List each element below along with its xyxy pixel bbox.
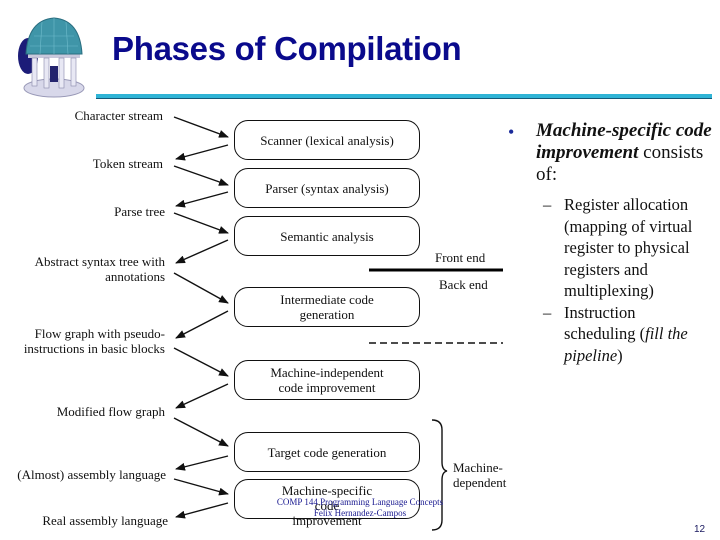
front-end-label: Front end: [435, 250, 486, 265]
subbullet-end: ): [617, 345, 623, 365]
subbullet-register-allocation: – Register allocation (mapping of virtua…: [506, 194, 706, 302]
arrow-in-mi-improve: [173, 347, 229, 377]
arrow-out-scanner: [175, 144, 229, 161]
artifact-modified-flow-graph: Modified flow graph: [56, 404, 165, 419]
bullet-main: • Machine-specific code improvement cons…: [506, 120, 716, 186]
phase-mi-improvement: Machine-independent code improvement: [234, 360, 420, 400]
artifact-character-stream: Character stream: [74, 108, 163, 123]
artifact-real-assembly: Real assembly language: [42, 513, 168, 528]
artifact-almost-assembly: (Almost) assembly language: [17, 467, 166, 482]
arrow-out-target: [175, 455, 229, 471]
phase-semantic: Semantic analysis: [234, 216, 420, 256]
slide-footer: COMP 144 Programming Language Concepts F…: [270, 497, 450, 519]
phase-target-codegen: Target code generation: [234, 432, 420, 472]
footer-course: COMP 144 Programming Language Concepts: [276, 497, 444, 507]
dash-icon: –: [543, 302, 552, 322]
arrow-in-intermediate: [173, 272, 229, 304]
subbullet-text: Instruction scheduling (: [564, 302, 646, 344]
artifact-token-stream: Token stream: [92, 156, 163, 171]
phase-scanner: Scanner (lexical analysis): [234, 120, 420, 160]
arrow-out-parser: [175, 191, 229, 208]
phase-intermediate: Intermediate code generation: [234, 287, 420, 327]
bullet-dot-icon: •: [508, 122, 515, 142]
back-end-label: Back end: [439, 277, 488, 292]
arrow-out-ms-improve: [175, 502, 229, 519]
subbullet-instruction-scheduling: – Instruction scheduling (fill the pipel…: [506, 302, 706, 367]
bullet-list: • Machine-specific code improvement cons…: [506, 120, 716, 366]
page-number: 12: [694, 524, 706, 535]
arrow-in-target: [173, 417, 229, 447]
artifact-parse-tree: Parse tree: [114, 204, 165, 219]
dash-icon: –: [543, 195, 552, 214]
arrow-out-semantic: [175, 239, 229, 264]
artifact-flow-graph: Flow graph with pseudo-instructions in b…: [23, 326, 165, 356]
arrow-in-semantic: [173, 212, 229, 234]
phase-parser: Parser (syntax analysis): [234, 168, 420, 208]
footer-author: Felix Hernandez-Campos: [313, 508, 407, 518]
arrow-out-intermediate: [175, 310, 229, 339]
arrow-in-scanner: [173, 116, 229, 138]
arrow-in-parser: [173, 165, 229, 186]
arrow-out-mi-improve: [175, 383, 229, 409]
subbullet-text: Register allocation (mapping of virtual …: [564, 195, 693, 300]
artifact-ast: Abstract syntax tree with annotations: [34, 254, 165, 284]
arrow-in-ms-improve: [173, 478, 229, 496]
machine-dependent-label: Machine-dependent: [453, 460, 507, 490]
